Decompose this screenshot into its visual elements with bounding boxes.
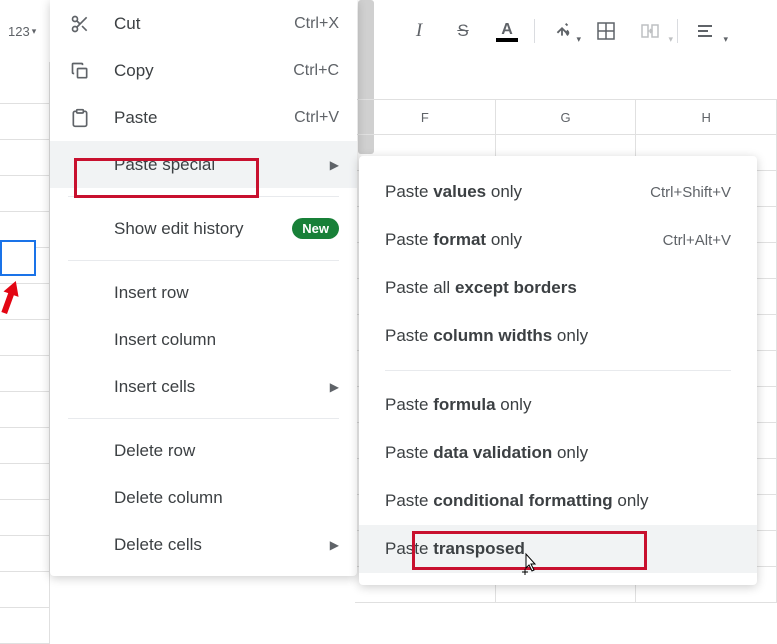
submenu-label: Paste values only [385,182,650,202]
paste-column-widths-item[interactable]: Paste column widths only [359,312,757,360]
copy-icon [68,59,92,83]
strikethrough-button[interactable]: S [442,11,484,51]
column-headers: F G H [355,99,777,135]
menu-label: Show edit history [114,219,292,239]
menu-label: Delete column [114,488,339,508]
context-menu: Cut Ctrl+X Copy Ctrl+C Paste Ctrl+V Past… [50,0,357,576]
clipboard-icon [68,106,92,130]
menu-label: Paste special [114,155,330,175]
menu-label: Delete cells [114,535,330,555]
submenu-label: Paste column widths only [385,326,731,346]
text-color-button[interactable]: A [486,11,528,51]
toolbar-formatting: I S A ▾ ▾ ▾ [398,0,726,62]
delete-column-menu-item[interactable]: Delete column [50,474,357,521]
italic-button[interactable]: I [398,11,440,51]
scissors-icon [68,12,92,36]
new-badge: New [292,218,339,239]
paste-menu-item[interactable]: Paste Ctrl+V [50,94,357,141]
paste-transposed-item[interactable]: Paste transposed [359,525,757,573]
submenu-label: Paste conditional formatting only [385,491,731,511]
menu-label: Paste [114,108,294,128]
paste-except-borders-item[interactable]: Paste all except borders [359,264,757,312]
paste-format-only-item[interactable]: Paste format only Ctrl+Alt+V [359,216,757,264]
submenu-label: Paste transposed [385,539,731,559]
insert-column-menu-item[interactable]: Insert column [50,316,357,363]
chevron-right-icon: ▶ [330,538,339,552]
menu-label: Cut [114,14,294,34]
menu-label: Delete row [114,441,339,461]
submenu-shortcut: Ctrl+Shift+V [650,184,731,201]
submenu-label: Paste format only [385,230,663,250]
row-headers-area [0,62,50,632]
horizontal-align-button[interactable]: ▾ [684,11,726,51]
column-header-g[interactable]: G [496,100,637,134]
chevron-right-icon: ▶ [330,158,339,172]
paste-data-validation-item[interactable]: Paste data validation only [359,429,757,477]
paste-special-menu-item[interactable]: Paste special ▶ [50,141,357,188]
merge-cells-button[interactable]: ▾ [629,11,671,51]
menu-shortcut: Ctrl+V [294,109,339,127]
delete-cells-menu-item[interactable]: Delete cells ▶ [50,521,357,568]
column-header-f[interactable]: F [355,100,496,134]
cut-menu-item[interactable]: Cut Ctrl+X [50,0,357,47]
column-header-h[interactable]: H [636,100,777,134]
menu-label: Insert column [114,330,339,350]
paste-special-submenu: Paste values only Ctrl+Shift+V Paste for… [359,156,757,585]
submenu-shortcut: Ctrl+Alt+V [663,232,731,249]
submenu-label: Paste formula only [385,395,731,415]
paste-values-only-item[interactable]: Paste values only Ctrl+Shift+V [359,168,757,216]
selected-cell[interactable] [0,240,36,276]
red-arrow-annotation [0,280,20,314]
paste-conditional-formatting-item[interactable]: Paste conditional formatting only [359,477,757,525]
menu-label: Copy [114,61,293,81]
menu-shortcut: Ctrl+X [294,15,339,33]
show-edit-history-menu-item[interactable]: Show edit history New [50,205,357,252]
fill-color-button[interactable]: ▾ [541,11,583,51]
paste-formula-only-item[interactable]: Paste formula only [359,381,757,429]
submenu-label: Paste data validation only [385,443,731,463]
format-number-button[interactable]: 123▾ [4,24,40,39]
menu-label: Insert row [114,283,339,303]
insert-row-menu-item[interactable]: Insert row [50,269,357,316]
submenu-label: Paste all except borders [385,278,731,298]
copy-menu-item[interactable]: Copy Ctrl+C [50,47,357,94]
borders-button[interactable] [585,11,627,51]
delete-row-menu-item[interactable]: Delete row [50,427,357,474]
chevron-right-icon: ▶ [330,380,339,394]
menu-shortcut: Ctrl+C [293,62,339,80]
insert-cells-menu-item[interactable]: Insert cells ▶ [50,363,357,410]
menu-label: Insert cells [114,377,330,397]
